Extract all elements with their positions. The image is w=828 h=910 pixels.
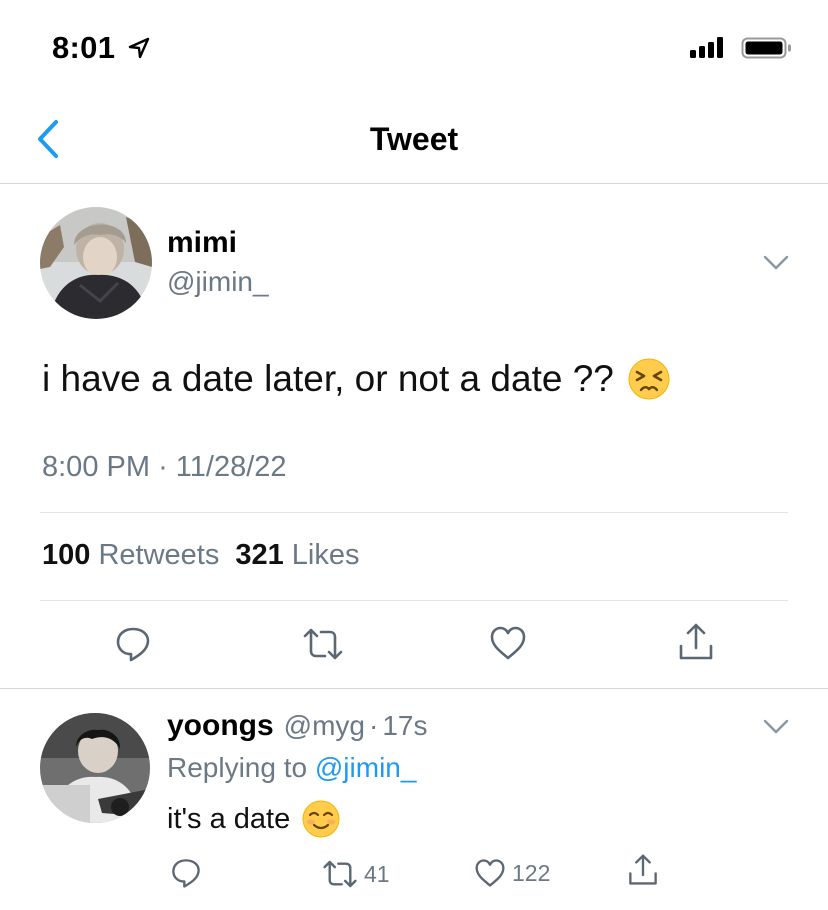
replying-to: Replying to @jimin_	[167, 752, 416, 784]
reply-icon	[172, 859, 200, 888]
divider	[40, 600, 788, 601]
page-title: Tweet	[369, 121, 459, 157]
retweets-count: 100	[42, 539, 91, 571]
reply-share-button[interactable]	[627, 853, 659, 887]
tweet-handle[interactable]: @jimin_	[167, 266, 269, 298]
reply-header: yoongs @myg · 17s	[167, 709, 427, 743]
retweet-icon	[303, 628, 343, 660]
reply-text: it's a date	[167, 802, 291, 835]
likes-count: 321	[235, 539, 284, 571]
tweet-text: i have a date later, or not a date ??	[42, 358, 614, 399]
reply-button[interactable]	[114, 625, 152, 663]
chevron-down-icon[interactable]	[762, 718, 790, 736]
replying-to-handle-link[interactable]: @jimin_	[315, 752, 417, 783]
divider	[0, 688, 828, 689]
reply-like-count: 122	[512, 859, 551, 886]
reply-icon	[116, 627, 150, 662]
tweet-timestamp: 8:00 PM · 11/28/22	[42, 451, 287, 484]
retweet-button[interactable]	[302, 627, 344, 661]
like-icon	[490, 626, 526, 660]
share-icon	[629, 854, 657, 885]
like-icon	[475, 859, 505, 887]
reply-display-name[interactable]: yoongs	[167, 709, 274, 743]
smiling-face-emoji	[302, 800, 340, 838]
chevron-down-icon[interactable]	[762, 254, 790, 272]
retweet-icon	[323, 860, 357, 888]
location-arrow-icon	[128, 37, 150, 59]
share-icon	[679, 623, 713, 660]
tweet-text-row: i have a date later, or not a date ??	[42, 358, 670, 400]
likes-label: Likes	[291, 539, 360, 571]
like-button[interactable]	[489, 625, 527, 661]
status-time: 8:01	[52, 30, 116, 65]
persevering-face-emoji	[628, 358, 670, 400]
retweets-stat[interactable]: 100 Retweets	[42, 539, 219, 572]
reply-avatar[interactable]	[40, 713, 150, 823]
share-button[interactable]	[677, 622, 715, 662]
reply-handle[interactable]: @myg	[284, 710, 365, 742]
divider	[40, 512, 788, 513]
likes-stat[interactable]: 321 Likes	[235, 539, 359, 572]
reply-retweet-count: 41	[364, 860, 390, 887]
reply-meta-separator: ·	[369, 710, 379, 741]
tweet-time: 8:00 PM	[42, 451, 150, 483]
reply-age: 17s	[382, 710, 428, 741]
tweet-date: 11/28/22	[175, 451, 287, 483]
reply-retweet-button[interactable]: 41	[322, 859, 390, 889]
reply-text-row: it's a date	[167, 800, 340, 838]
avatar[interactable]	[40, 207, 152, 319]
battery-icon	[741, 37, 791, 59]
tweet-stats: 100 Retweets 321 Likes	[42, 539, 360, 572]
nav-divider	[0, 183, 828, 184]
signal-icon	[690, 36, 723, 58]
reply-like-button[interactable]: 122	[474, 858, 550, 888]
retweets-label: Retweets	[98, 539, 220, 571]
tweet-display-name[interactable]: mimi	[167, 226, 237, 260]
tweet-meta-separator: ·	[158, 451, 168, 483]
reply-reply-button[interactable]	[170, 857, 202, 889]
replying-to-label: Replying to	[167, 752, 308, 783]
